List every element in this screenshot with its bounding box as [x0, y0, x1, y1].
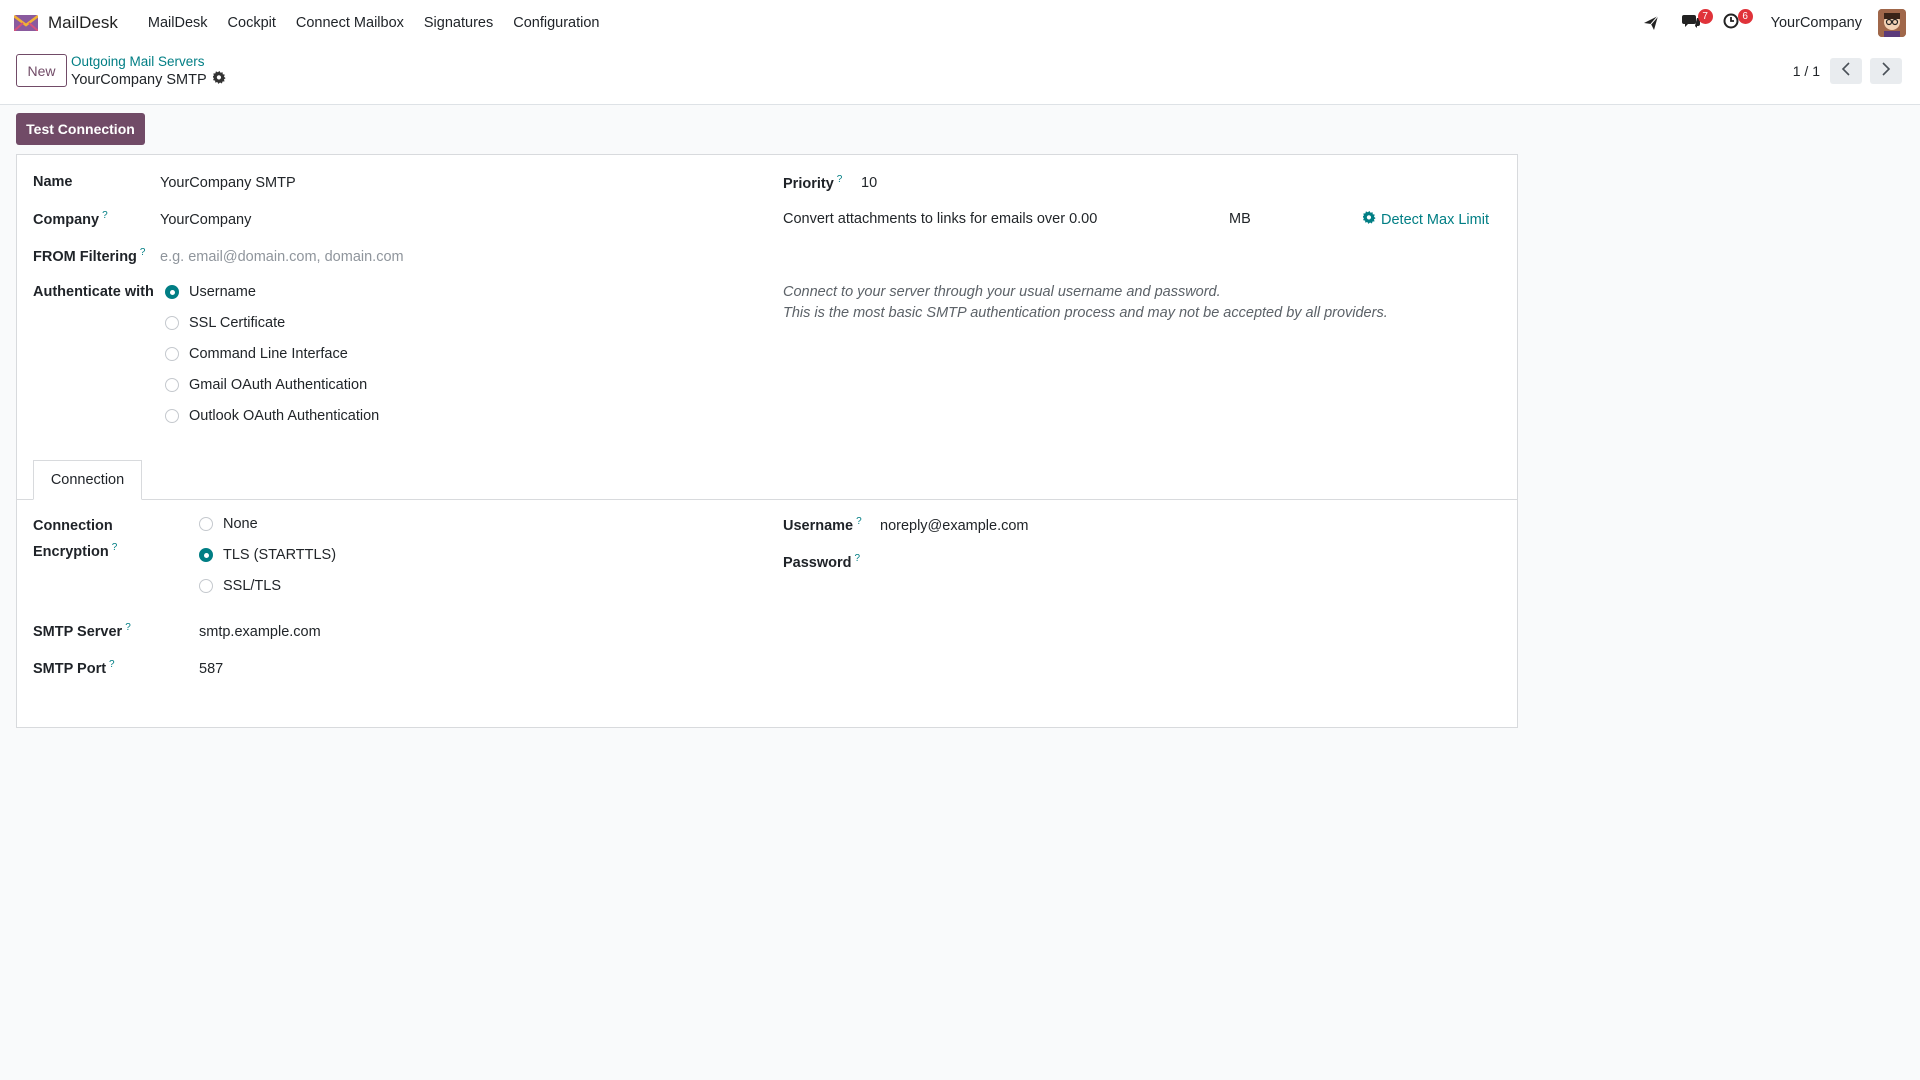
radio-selected[interactable] [165, 285, 179, 299]
messages-count-badge: 7 [1697, 9, 1713, 24]
auth-help-line: Connect to your server through your usua… [783, 284, 1221, 300]
encryption-option-ssl-tls[interactable]: SSL/TLS [199, 578, 281, 594]
new-button[interactable]: New [16, 54, 67, 87]
smtp-server-label: SMTP Server? [33, 622, 131, 640]
auth-option-username[interactable]: Username [165, 284, 256, 300]
company-field[interactable]: YourCompany [160, 212, 251, 228]
messages-button[interactable]: 7 [1679, 9, 1713, 35]
help-tooltip-icon[interactable]: ? [856, 516, 862, 527]
auth-option-cli[interactable]: Command Line Interface [165, 346, 348, 362]
detect-max-limit-button[interactable]: Detect Max Limit [1362, 211, 1489, 228]
auth-option-ssl-certificate[interactable]: SSL Certificate [165, 315, 285, 331]
radio-unselected[interactable] [165, 409, 179, 423]
radio-label: SSL/TLS [223, 578, 282, 594]
auth-help-line: This is the most basic SMTP authenticati… [783, 305, 1388, 321]
authenticate-with-label: Authenticate with [33, 284, 154, 300]
help-tooltip-icon[interactable]: ? [140, 247, 146, 258]
auth-option-outlook-oauth[interactable]: Outlook OAuth Authentication [165, 408, 379, 424]
username-field[interactable]: noreply@example.com [880, 518, 1029, 534]
radio-unselected[interactable] [199, 517, 213, 531]
smtp-server-field[interactable]: smtp.example.com [199, 624, 321, 640]
maildesk-logo-icon [13, 15, 39, 32]
avatar[interactable] [1878, 9, 1906, 37]
app-name: MailDesk [48, 13, 118, 32]
help-tooltip-icon[interactable]: ? [855, 553, 861, 564]
main-menu: MailDesk Cockpit Connect Mailbox Signatu… [138, 15, 610, 31]
activities-button[interactable]: 6 [1719, 9, 1753, 35]
radio-unselected[interactable] [165, 347, 179, 361]
username-label: Username? [783, 516, 862, 534]
menu-item-maildesk[interactable]: MailDesk [138, 15, 218, 31]
chevron-left-icon [1841, 62, 1851, 80]
password-field[interactable] [880, 553, 1480, 575]
auth-help-text: Connect to your server through your usua… [783, 282, 1388, 324]
detect-max-limit-label: Detect Max Limit [1381, 211, 1489, 228]
attachments-unit: MB [1229, 211, 1251, 227]
smtp-port-label: SMTP Port? [33, 659, 115, 677]
radio-label: Username [189, 284, 256, 300]
test-connection-button[interactable]: Test Connection [16, 113, 145, 145]
priority-label: Priority? [783, 174, 843, 192]
password-label: Password? [783, 553, 861, 571]
breadcrumb-parent-link[interactable]: Outgoing Mail Servers [71, 54, 226, 69]
radio-label: TLS (STARTTLS) [223, 547, 337, 563]
pager: 1 / 1 [1793, 58, 1902, 84]
company-switcher[interactable]: YourCompany [1771, 15, 1862, 31]
help-tooltip-icon[interactable]: ? [112, 542, 118, 553]
radio-label: Outlook OAuth Authentication [189, 408, 380, 424]
auth-option-gmail-oauth[interactable]: Gmail OAuth Authentication [165, 377, 367, 393]
priority-field[interactable]: 10 [861, 175, 877, 191]
tabs-divider [17, 499, 1517, 500]
top-navbar: MailDesk MailDesk Cockpit Connect Mailbo… [0, 0, 1920, 46]
name-label: Name [33, 174, 73, 190]
activities-count-badge: 6 [1737, 9, 1753, 24]
form-sheet: Name YourCompany SMTP Company? YourCompa… [16, 154, 1518, 728]
radio-label: Gmail OAuth Authentication [189, 377, 368, 393]
chevron-right-icon [1881, 62, 1891, 80]
breadcrumb: Outgoing Mail Servers YourCompany SMTP [71, 54, 226, 88]
chat-icon [1681, 13, 1700, 33]
radio-unselected[interactable] [199, 579, 213, 593]
clock-icon [1723, 13, 1739, 33]
from-filtering-input[interactable]: e.g. email@domain.com, domain.com [160, 249, 404, 265]
navbar-systray: 7 6 YourCompany [1639, 0, 1906, 46]
pager-next-button[interactable] [1870, 58, 1902, 84]
encryption-option-starttls[interactable]: TLS (STARTTLS) [199, 547, 336, 563]
smtp-port-field[interactable]: 587 [199, 661, 223, 677]
record-title: YourCompany SMTP [71, 71, 207, 88]
help-tooltip-icon[interactable]: ? [125, 622, 131, 633]
pager-previous-button[interactable] [1830, 58, 1862, 84]
help-tooltip-icon[interactable]: ? [837, 174, 843, 185]
help-tooltip-icon[interactable]: ? [102, 210, 108, 221]
control-panel: New Outgoing Mail Servers YourCompany SM… [0, 46, 1920, 105]
gear-icon[interactable] [211, 71, 226, 88]
radio-label: None [223, 516, 258, 532]
gear-icon [1362, 211, 1376, 228]
from-filtering-label: FROM Filtering? [33, 247, 146, 265]
name-field[interactable]: YourCompany SMTP [160, 175, 296, 191]
radio-selected[interactable] [199, 548, 213, 562]
breadcrumb-current: YourCompany SMTP [71, 71, 226, 88]
encryption-option-none[interactable]: None [199, 516, 258, 532]
menu-item-configuration[interactable]: Configuration [503, 15, 609, 31]
tab-connection[interactable]: Connection [33, 460, 142, 500]
paper-plane-icon[interactable] [1639, 11, 1663, 35]
help-tooltip-icon[interactable]: ? [109, 659, 115, 670]
radio-label: Command Line Interface [189, 346, 348, 362]
menu-item-signatures[interactable]: Signatures [414, 15, 503, 31]
radio-unselected[interactable] [165, 316, 179, 330]
radio-label: SSL Certificate [189, 315, 286, 331]
app-brand[interactable]: MailDesk [13, 13, 118, 33]
radio-unselected[interactable] [165, 378, 179, 392]
company-label: Company? [33, 210, 108, 228]
attachments-threshold-label: Convert attachments to links for emails … [783, 211, 1098, 227]
connection-encryption-label: Connection Encryption? [33, 518, 118, 560]
menu-item-cockpit[interactable]: Cockpit [218, 15, 286, 31]
menu-item-connect-mailbox[interactable]: Connect Mailbox [286, 15, 414, 31]
pager-value[interactable]: 1 / 1 [1793, 63, 1820, 79]
